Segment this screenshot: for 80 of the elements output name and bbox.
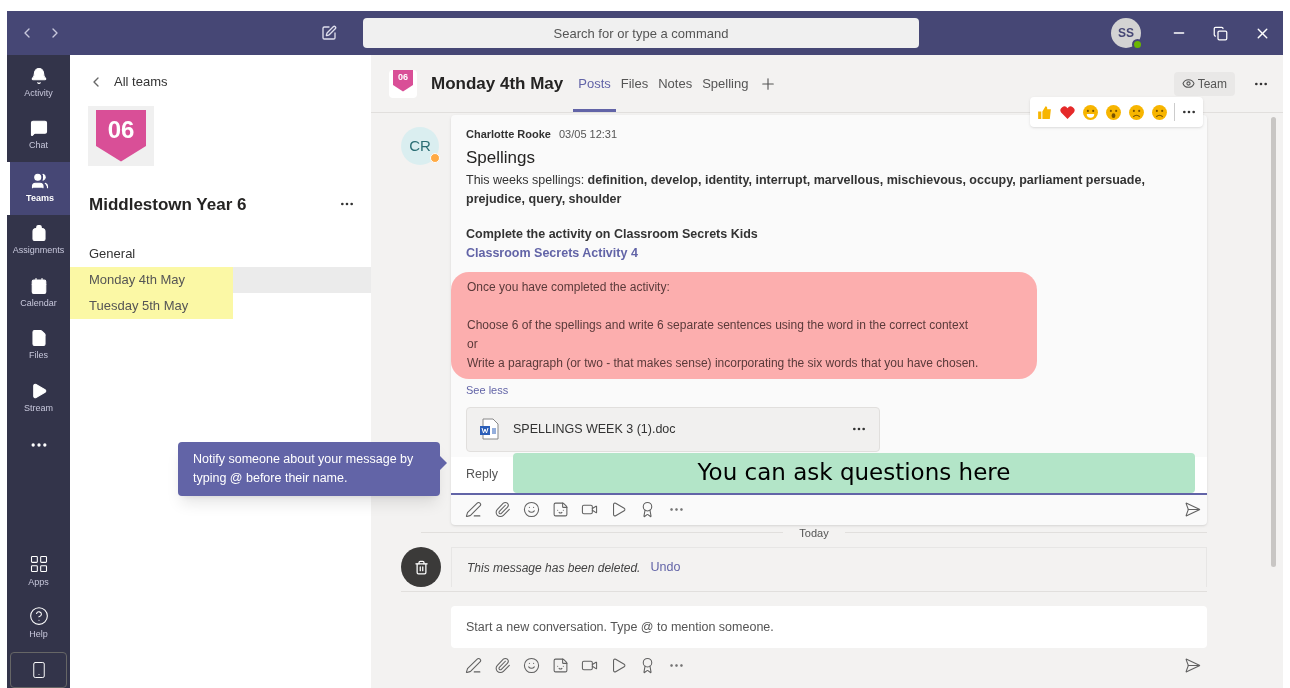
note-line: Once you have completed the activity: <box>467 279 671 296</box>
activity-link[interactable]: Classroom Secrets Activity 4 <box>466 244 638 263</box>
channel-row[interactable]: Tuesday 5th May <box>70 293 371 319</box>
paperclip-icon[interactable] <box>494 656 511 674</box>
reply-note: You can ask questions here <box>513 452 1195 493</box>
team-button[interactable]: Team <box>1173 71 1235 96</box>
chat-icon <box>29 119 48 137</box>
rail-item[interactable]: Calendar <box>7 267 70 320</box>
rail-item[interactable]: Apps <box>7 545 70 598</box>
sticker-icon[interactable] <box>552 656 569 674</box>
trash-icon <box>413 559 429 575</box>
heart-icon[interactable] <box>1059 103 1076 121</box>
tab[interactable]: Notes <box>653 55 698 112</box>
rail-item[interactable]: Files <box>7 319 70 372</box>
channel-row[interactable]: Monday 4th May <box>70 267 371 293</box>
team-logo: 06 <box>88 105 154 166</box>
format-icon[interactable] <box>465 656 482 674</box>
emoji-icon[interactable] <box>1128 103 1145 121</box>
word-document-icon <box>479 418 499 440</box>
people-icon <box>31 171 49 190</box>
compose-icon[interactable] <box>321 25 337 41</box>
channel-name: Monday 4th May <box>70 267 233 293</box>
rail-item[interactable]: Activity <box>7 57 70 110</box>
see-less-link[interactable]: See less <box>466 382 509 399</box>
help-icon <box>28 606 49 626</box>
rail-item[interactable]: Chat <box>7 109 70 162</box>
file-icon <box>29 329 48 347</box>
tab[interactable]: Posts <box>573 55 616 112</box>
rail-item[interactable]: Help <box>7 597 70 650</box>
emoji-icon[interactable] <box>1151 103 1168 121</box>
emoji-icon[interactable] <box>523 656 540 674</box>
channel-name: Tuesday 5th May <box>70 293 233 319</box>
compose-field[interactable]: Start a new conversation. Type @ to mention someone. <box>451 606 1207 648</box>
attachment-card[interactable]: SPELLINGS WEEK 3 (1).doc <box>466 406 880 452</box>
apps-icon <box>28 553 49 574</box>
reply-bar[interactable]: Reply You can ask questions here <box>451 456 1207 495</box>
paperclip-icon[interactable] <box>494 501 511 518</box>
channel-name: General <box>88 245 136 263</box>
team-logo: 06 <box>389 69 417 98</box>
post-text: This weeks spellings: definition, develop, identity, interrupt, marvellous, mischievous, occupy, parliament persuade, prejudice, query, shoulder <box>466 172 1146 208</box>
rail-item[interactable]: Teams <box>7 162 70 215</box>
post-time: 03/05 12:31 <box>558 127 618 142</box>
device-button[interactable] <box>10 652 67 688</box>
tooltip: Notify someone about your message by typing @ before their name. <box>178 442 440 496</box>
rail-item[interactable]: Stream <box>7 372 70 425</box>
user-avatar[interactable]: SS <box>1111 18 1141 48</box>
note-line: Choose 6 of the spellings and write 6 separate sentences using the word in the correct context <box>467 317 969 334</box>
emoji-icon[interactable] <box>523 501 540 518</box>
attachment-name: SPELLINGS WEEK 3 (1).doc <box>513 420 677 438</box>
format-icon[interactable] <box>465 501 482 518</box>
deleted-message: This message has been deleted. Undo <box>451 547 1207 587</box>
post-title: Spellings <box>466 146 536 169</box>
channel-row[interactable]: General <box>70 241 371 267</box>
note-line: Write a paragraph (or two - that makes sense) incorporating the six words that you have chosen. <box>467 355 980 372</box>
undo-link[interactable]: Undo <box>650 558 681 577</box>
tab[interactable]: Files <box>615 55 654 112</box>
all-teams-link[interactable]: All teams <box>70 72 371 92</box>
backpack-icon <box>29 224 48 242</box>
channel-title: Monday 4th May <box>431 72 564 95</box>
eye-icon <box>1181 77 1195 90</box>
author-avatar[interactable]: CR <box>401 127 439 165</box>
note-line: or <box>467 336 479 353</box>
restore-icon[interactable] <box>1213 25 1228 41</box>
date-divider: Today <box>798 525 830 541</box>
calendar-icon <box>29 276 48 295</box>
sticker-icon[interactable] <box>552 501 569 518</box>
bell-icon <box>29 66 48 85</box>
send-icon[interactable] <box>1184 656 1201 674</box>
send-icon[interactable] <box>1184 501 1201 518</box>
instruction-text: Complete the activity on Classroom Secrets Kids <box>466 226 759 243</box>
search-field[interactable]: Search for or type a command <box>363 18 919 48</box>
tab[interactable]: Spelling <box>697 55 754 112</box>
team-name: Middlestown Year 6 <box>89 193 247 216</box>
emoji-icon[interactable] <box>1105 103 1122 121</box>
thumbs-up-icon[interactable] <box>1036 103 1053 121</box>
author-name: Charlotte Rooke <box>466 127 551 142</box>
play-icon[interactable] <box>610 501 627 518</box>
rail-item[interactable]: Assignments <box>7 214 70 267</box>
emoji-icon[interactable] <box>1082 103 1099 121</box>
play-icon[interactable] <box>610 656 627 674</box>
